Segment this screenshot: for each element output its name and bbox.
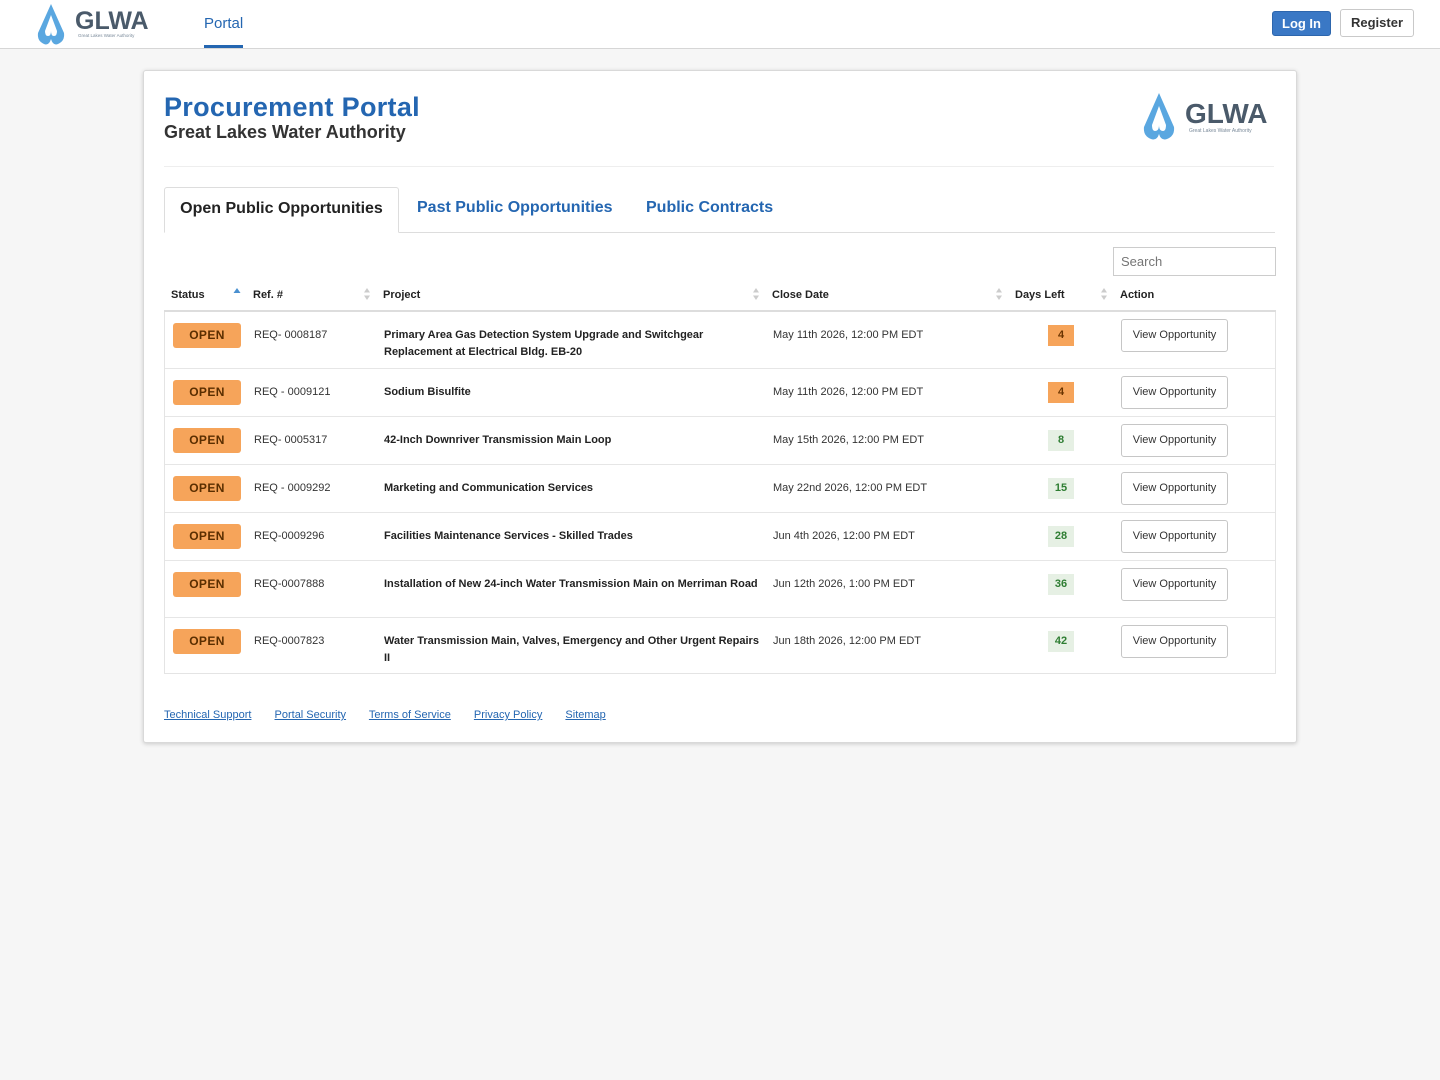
status-badge: OPEN [173,524,241,549]
close-date: Jun 18th 2026, 12:00 PM EDT [773,635,921,647]
footer-links: Technical Support Portal Security Terms … [164,709,626,721]
view-opportunity-button[interactable]: View Opportunity [1121,319,1228,352]
project-name: Installation of New 24-inch Water Transm… [384,578,758,590]
status-badge: OPEN [173,629,241,654]
table-row: OPEN REQ - 0009292 Marketing and Communi… [165,464,1275,512]
footer-link-portal-security[interactable]: Portal Security [275,709,347,721]
tab-public-contracts[interactable]: Public Contracts [646,187,773,233]
page-title: Procurement Portal [164,92,420,122]
project-name: Water Transmission Main, Valves, Emergen… [384,635,759,664]
ref-number: REQ- 0008187 [254,329,328,341]
close-date: Jun 12th 2026, 1:00 PM EDT [773,578,915,590]
sort-icon[interactable] [363,287,371,301]
ref-number: REQ-0009296 [254,530,325,542]
header-divider [164,166,1274,167]
column-header-status[interactable]: Status [171,289,205,301]
sort-icon[interactable] [1100,287,1108,301]
table-header: Status Ref. # Project Close Date Days Le… [164,281,1276,312]
status-badge: OPEN [173,323,241,348]
login-button[interactable]: Log In [1272,11,1331,36]
footer-link-technical-support[interactable]: Technical Support [164,709,251,721]
ref-number: REQ - 0009292 [254,482,331,494]
opportunities-table: Status Ref. # Project Close Date Days Le… [164,281,1276,674]
ref-number: REQ- 0005317 [254,434,328,446]
status-badge: OPEN [173,572,241,597]
days-left-badge: 4 [1048,325,1074,346]
close-date: May 22nd 2026, 12:00 PM EDT [773,482,928,494]
table-body: OPEN REQ- 0008187 Primary Area Gas Detec… [164,312,1276,674]
view-opportunity-button[interactable]: View Opportunity [1121,625,1228,658]
portal-nav-tab[interactable]: Portal [204,0,244,48]
table-row: OPEN REQ- 0008187 Primary Area Gas Detec… [165,312,1275,368]
view-opportunity-button[interactable]: View Opportunity [1121,472,1228,505]
view-opportunity-button[interactable]: View Opportunity [1121,568,1228,601]
glwa-card-logo: GLWA Great Lakes Water Authority [1143,93,1267,140]
days-left-badge: 15 [1048,478,1074,499]
days-left-badge: 8 [1048,430,1074,451]
view-opportunity-button[interactable]: View Opportunity [1121,520,1228,553]
column-header-close-date[interactable]: Close Date [772,289,829,301]
status-badge: OPEN [173,476,241,501]
days-left-badge: 4 [1048,382,1074,403]
table-row: OPEN REQ-0007823 Water Transmission Main… [165,617,1275,673]
close-date: May 11th 2026, 12:00 PM EDT [773,386,924,398]
table-row: OPEN REQ - 0009121 Sodium Bisulfite May … [165,368,1275,416]
opportunity-tabs: Open Public Opportunities Past Public Op… [164,187,1275,233]
project-name: Marketing and Communication Services [384,482,594,494]
project-name: 42-Inch Downriver Transmission Main Loop [384,434,612,446]
svg-text:GLWA: GLWA [75,7,149,35]
project-name: Facilities Maintenance Services - Skille… [384,530,633,542]
ref-number: REQ-0007823 [254,635,325,647]
status-badge: OPEN [173,380,241,405]
column-header-ref[interactable]: Ref. # [253,289,283,301]
column-header-project[interactable]: Project [383,289,420,301]
footer-link-terms-of-service[interactable]: Terms of Service [369,709,451,721]
svg-text:Great Lakes Water Authority: Great Lakes Water Authority [1189,128,1252,134]
page-subtitle: Great Lakes Water Authority [164,122,406,142]
procurement-card: Procurement Portal Great Lakes Water Aut… [143,70,1297,743]
view-opportunity-button[interactable]: View Opportunity [1121,376,1228,409]
footer-link-privacy-policy[interactable]: Privacy Policy [474,709,542,721]
tab-past-opportunities[interactable]: Past Public Opportunities [417,187,613,233]
table-row: OPEN REQ-0007888 Installation of New 24-… [165,560,1275,617]
days-left-badge: 42 [1048,631,1074,652]
days-left-badge: 28 [1048,526,1074,547]
sort-icon[interactable] [995,287,1003,301]
active-tab-underline [204,45,244,48]
tab-open-opportunities[interactable]: Open Public Opportunities [164,187,399,233]
project-name: Primary Area Gas Detection System Upgrad… [384,329,704,358]
column-header-action: Action [1120,289,1155,301]
close-date: May 11th 2026, 12:00 PM EDT [773,329,924,341]
close-date: May 15th 2026, 12:00 PM EDT [773,434,925,446]
search-input[interactable] [1113,247,1276,276]
svg-text:GLWA: GLWA [1185,98,1267,129]
status-badge: OPEN [173,428,241,453]
svg-text:Great Lakes Water Authority: Great Lakes Water Authority [78,33,135,38]
portal-nav-label: Portal [204,15,244,32]
sort-asc-icon[interactable] [233,287,241,301]
ref-number: REQ-0007888 [254,578,325,590]
table-row: OPEN REQ- 0005317 42-Inch Downriver Tran… [165,416,1275,464]
project-name: Sodium Bisulfite [384,386,471,398]
top-navbar: GLWA Great Lakes Water Authority Portal … [0,0,1440,49]
glwa-logo[interactable]: GLWA Great Lakes Water Authority [31,1,161,47]
footer-link-sitemap[interactable]: Sitemap [565,709,605,721]
days-left-badge: 36 [1048,574,1074,595]
table-row: OPEN REQ-0009296 Facilities Maintenance … [165,512,1275,560]
register-button[interactable]: Register [1340,9,1414,37]
sort-icon[interactable] [752,287,760,301]
ref-number: REQ - 0009121 [254,386,331,398]
close-date: Jun 4th 2026, 12:00 PM EDT [773,530,915,542]
view-opportunity-button[interactable]: View Opportunity [1121,424,1228,457]
column-header-days-left[interactable]: Days Left [1015,289,1065,301]
